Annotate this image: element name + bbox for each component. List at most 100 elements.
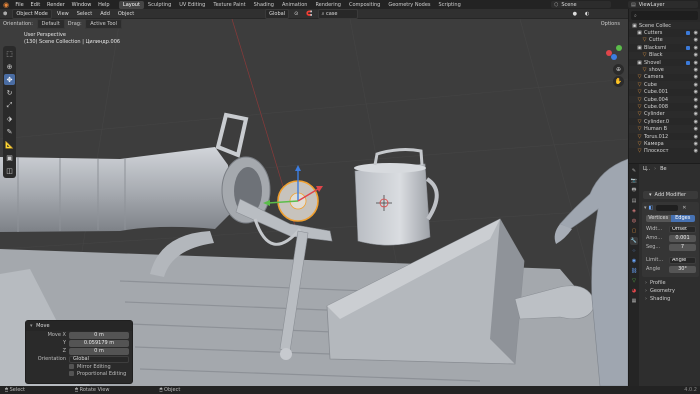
- transform-icon[interactable]: ⬗: [4, 113, 15, 124]
- pan-hand-icon[interactable]: ✋: [613, 76, 624, 87]
- move-x-field[interactable]: 0 m: [69, 331, 129, 339]
- segment-vertices[interactable]: Vertices: [646, 215, 671, 222]
- menu-file[interactable]: File: [12, 2, 27, 8]
- modifier-select[interactable]: Angle: [669, 256, 696, 264]
- menu-add[interactable]: Add: [97, 10, 113, 18]
- collapse-arrow-icon[interactable]: ▾: [30, 323, 33, 329]
- eye-icon[interactable]: ◉: [694, 45, 698, 51]
- cursor-icon[interactable]: ⊕: [4, 61, 15, 72]
- render-tab-icon[interactable]: 📷: [630, 177, 638, 185]
- outliner-item[interactable]: ▣ Shovel ◉: [629, 59, 700, 66]
- zoom-icon[interactable]: ⊕: [613, 64, 624, 75]
- eye-icon[interactable]: ◉: [694, 60, 698, 66]
- add-cube-icon[interactable]: ▣: [4, 152, 15, 163]
- outliner-item[interactable]: ▽ Cube ◉: [629, 81, 700, 89]
- pivot-icon[interactable]: ⊙: [291, 10, 301, 18]
- view-layer-selector[interactable]: ▤ ViewLayer: [628, 1, 698, 8]
- menu-help[interactable]: Help: [95, 2, 113, 8]
- tab-uv-editing[interactable]: UV Editing: [175, 1, 209, 9]
- physics-tab-icon[interactable]: ◉: [630, 257, 638, 265]
- data-tab-icon[interactable]: ▽: [630, 277, 638, 285]
- tab-texture-paint[interactable]: Texture Paint: [209, 1, 249, 9]
- axis-gizmo[interactable]: [597, 43, 627, 63]
- menu-view[interactable]: View: [54, 10, 72, 18]
- orientation-select[interactable]: Global: [69, 355, 129, 363]
- menu-object[interactable]: Object: [115, 10, 137, 18]
- eye-icon[interactable]: ◉: [694, 89, 698, 95]
- annotate-icon[interactable]: ✎: [4, 126, 15, 137]
- eye-icon[interactable]: ◉: [694, 134, 698, 140]
- particles-tab-icon[interactable]: ⁘: [630, 247, 638, 255]
- outliner-item[interactable]: ▽ Cutte ◉: [629, 36, 700, 45]
- outliner-item[interactable]: ▽ Камера ◉: [629, 140, 700, 148]
- viewport-shading-solid-icon[interactable]: ●: [570, 10, 580, 18]
- object-tab-icon[interactable]: ▢: [630, 227, 638, 235]
- outliner-item[interactable]: ▽ Human B ◉: [629, 125, 700, 133]
- tab-layout[interactable]: Layout: [118, 0, 144, 9]
- outliner-item[interactable]: ▽ Camera ◉: [629, 74, 700, 81]
- modifier-value-field[interactable]: 0.001: [669, 234, 696, 242]
- add-modifier-button[interactable]: ▾ Add Modifier: [643, 191, 698, 199]
- modifier-value-field[interactable]: 7: [669, 243, 696, 251]
- outliner-item[interactable]: ▽ Cube.004 ◉: [629, 95, 700, 104]
- subpanel-profile[interactable]: › Profile: [640, 279, 700, 287]
- scene-tab-icon[interactable]: ◈: [630, 207, 638, 215]
- texture-tab-icon[interactable]: ▦: [630, 297, 638, 305]
- eye-icon[interactable]: ◉: [694, 119, 698, 125]
- editor-type-icon[interactable]: ⬢: [0, 10, 10, 18]
- navigation-gizmo[interactable]: ⊕ ✋: [597, 43, 627, 89]
- eye-icon[interactable]: ◉: [694, 104, 698, 110]
- tab-geometry-nodes[interactable]: Geometry Nodes: [384, 1, 434, 9]
- menu-select[interactable]: Select: [74, 10, 95, 18]
- move-icon[interactable]: ✥: [4, 74, 15, 85]
- eye-icon[interactable]: ◉: [694, 37, 698, 43]
- modifier-select[interactable]: Offset: [669, 225, 696, 233]
- outliner-item[interactable]: ▽ Cylinder.0 ◉: [629, 118, 700, 125]
- outliner-item[interactable]: ▽ Плоскост ◉: [629, 148, 700, 155]
- select-box-icon[interactable]: ⬚: [4, 48, 15, 59]
- close-icon[interactable]: ✕: [682, 205, 686, 211]
- measure-icon[interactable]: 📐: [4, 139, 15, 150]
- tool-tab-icon[interactable]: ✎: [630, 167, 638, 175]
- eye-icon[interactable]: ◉: [694, 30, 698, 36]
- outliner-item[interactable]: ▽ shove ◉: [629, 66, 700, 74]
- proportional-editing-check[interactable]: Proportional Editing: [69, 370, 132, 377]
- search-input[interactable]: ⌕ case: [317, 8, 358, 19]
- outliner-item[interactable]: ▽ Black ◉: [629, 51, 700, 59]
- outliner-item[interactable]: ▽ Cube.008 ◉: [629, 103, 700, 110]
- eye-icon[interactable]: ◉: [694, 97, 698, 103]
- outliner-item[interactable]: ▽ Cube.001 ◉: [629, 89, 700, 96]
- options-button[interactable]: Options: [601, 21, 620, 27]
- eye-icon[interactable]: ◉: [694, 141, 698, 147]
- operator-title[interactable]: ▾ Move: [26, 321, 132, 331]
- scale-icon[interactable]: ⤢: [4, 100, 15, 111]
- view-layer-tab-icon[interactable]: ▤: [630, 197, 638, 205]
- modifier-value-field[interactable]: 30°: [669, 265, 696, 273]
- eye-icon[interactable]: ◉: [694, 148, 698, 154]
- outliner-item[interactable]: ▽ Cylinder ◉: [629, 110, 700, 119]
- blender-logo-icon[interactable]: ◉: [2, 1, 10, 9]
- eye-icon[interactable]: ◉: [694, 74, 698, 80]
- eye-icon[interactable]: ◉: [694, 111, 698, 117]
- eye-icon[interactable]: ◉: [694, 126, 698, 132]
- extrude-icon[interactable]: ◫: [4, 165, 15, 176]
- outliner-item[interactable]: ▣ Cutters ◉: [629, 29, 700, 36]
- modifier-header[interactable]: ▾ ◧ ​ ✕: [644, 204, 697, 212]
- constraints-tab-icon[interactable]: ⛓: [630, 267, 638, 275]
- outliner-root[interactable]: ▣ Scene Collec: [629, 22, 700, 30]
- menu-render[interactable]: Render: [44, 2, 69, 8]
- move-z-field[interactable]: 0 m: [69, 347, 129, 355]
- move-y-field[interactable]: 0.059179 m: [69, 339, 129, 347]
- outliner-search[interactable]: ⌕: [631, 11, 698, 20]
- snap-icon[interactable]: 🧲: [303, 10, 315, 18]
- modifier-name-field[interactable]: ​: [656, 205, 679, 211]
- mode-select[interactable]: Object Mode: [12, 8, 52, 19]
- tab-rendering[interactable]: Rendering: [311, 1, 345, 9]
- menu-window[interactable]: Window: [68, 2, 95, 8]
- checkbox[interactable]: [69, 364, 74, 369]
- tab-compositing[interactable]: Compositing: [345, 1, 384, 9]
- eye-icon[interactable]: ◉: [694, 52, 698, 58]
- outliner-item[interactable]: ▽ Torus.012 ◉: [629, 133, 700, 140]
- eye-icon[interactable]: ◉: [694, 82, 698, 88]
- tab-sculpting[interactable]: Sculpting: [144, 1, 175, 9]
